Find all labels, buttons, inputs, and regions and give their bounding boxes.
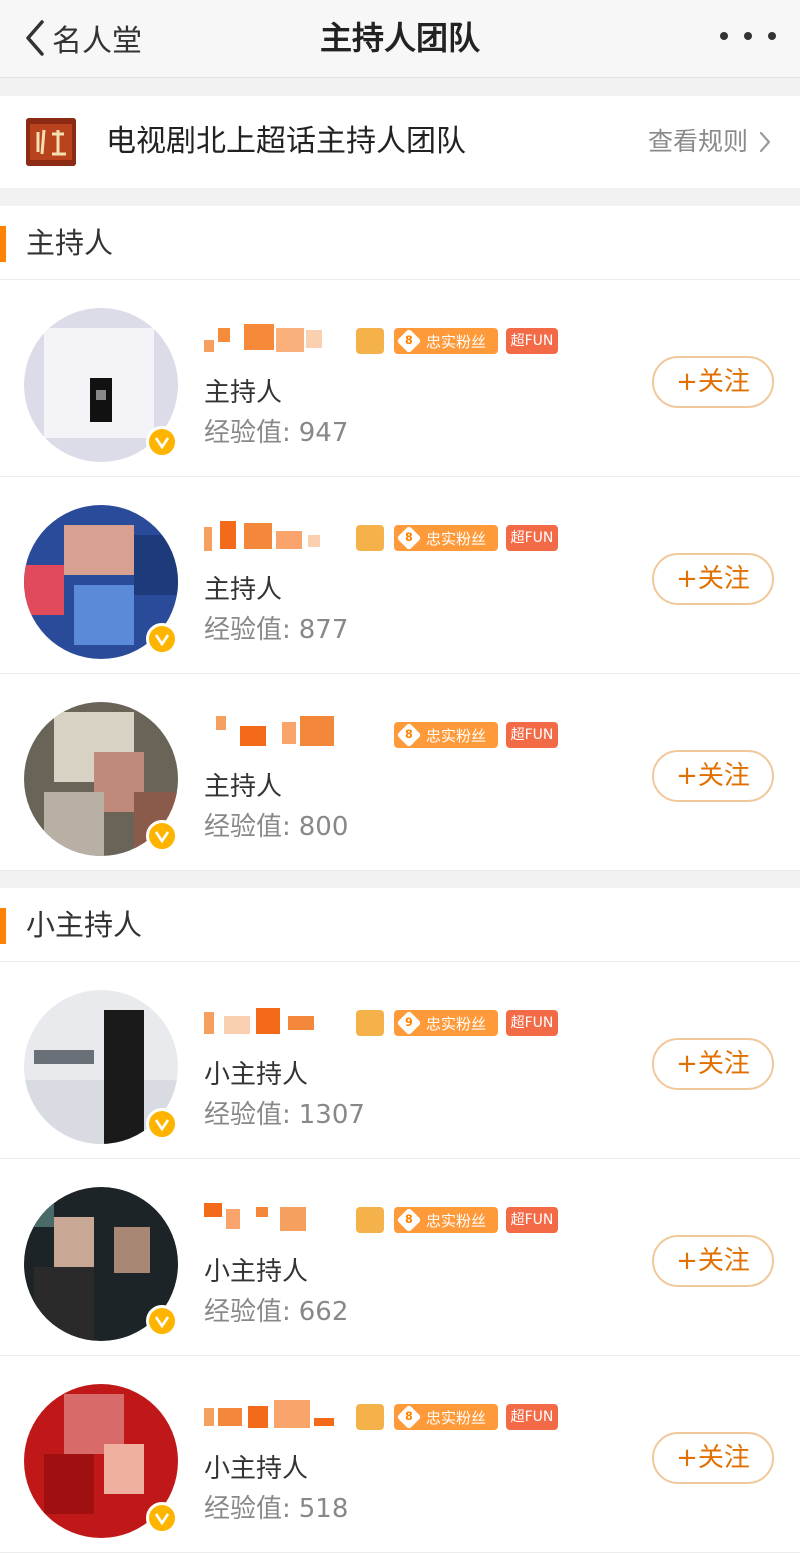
crown-badge-icon <box>356 1010 384 1036</box>
member-exp: 经验值: 947 <box>204 418 349 448</box>
username-blurred <box>216 716 334 746</box>
member-exp: 经验值: 800 <box>204 812 349 842</box>
section-hosts: 主持人 8 忠实粉丝 超FUN 主持人 经验值: 947 +关注 8 忠实粉丝 超FU… <box>0 206 800 871</box>
nav-bar: 名人堂 主持人团队 <box>0 0 800 78</box>
section-header: 主持人 <box>0 206 800 280</box>
verified-badge-icon <box>146 426 178 458</box>
member-exp: 经验值: 662 <box>204 1297 349 1327</box>
verified-badge-icon <box>146 1108 178 1140</box>
follow-button[interactable]: +关注 <box>652 750 774 802</box>
topic-logo <box>26 118 76 166</box>
topic-name: 电视剧北上超话主持人团队 <box>106 124 466 159</box>
member-row[interactable]: 8 忠实粉丝 超FUN 主持人 经验值: 877 +关注 <box>0 477 800 674</box>
crown-badge-icon <box>356 1207 384 1233</box>
fun-badge: 超FUN <box>506 525 558 551</box>
member-role: 主持人 <box>204 772 283 802</box>
fun-badge: 超FUN <box>506 1010 558 1036</box>
verified-badge-icon <box>146 820 178 852</box>
follow-button[interactable]: +关注 <box>652 1038 774 1090</box>
crown-badge-icon <box>356 525 384 551</box>
back-button[interactable]: 名人堂 <box>22 10 142 66</box>
chevron-right-icon <box>759 131 771 153</box>
member-role: 主持人 <box>204 575 283 605</box>
follow-button[interactable]: +关注 <box>652 1235 774 1287</box>
member-row[interactable]: 9 忠实粉丝 超FUN 小主持人 经验值: 1307 +关注 <box>0 962 800 1159</box>
section-junior-hosts: 小主持人 9 忠实粉丝 超FUN 小主持人 经验值: 1307 +关注 8 忠实粉丝 … <box>0 888 800 1553</box>
member-role: 小主持人 <box>204 1060 309 1090</box>
view-rules-label: 查看规则 <box>647 127 748 156</box>
follow-button[interactable]: +关注 <box>652 1432 774 1484</box>
fan-badge: 8 忠实粉丝 <box>394 328 498 354</box>
username-blurred <box>204 1008 314 1034</box>
topic-header[interactable]: 电视剧北上超话主持人团队 查看规则 <box>0 96 800 188</box>
member-row[interactable]: 8 忠实粉丝 超FUN 主持人 经验值: 800 +关注 <box>0 674 800 871</box>
chevron-left-icon <box>26 20 44 56</box>
section-accent-bar <box>0 226 6 262</box>
member-role: 小主持人 <box>204 1257 309 1287</box>
crown-badge-icon <box>356 328 384 354</box>
username-blurred <box>204 1203 306 1231</box>
member-role: 主持人 <box>204 378 283 408</box>
follow-button[interactable]: +关注 <box>652 356 774 408</box>
username-blurred <box>204 324 322 352</box>
section-title: 小主持人 <box>26 908 143 942</box>
member-exp: 经验值: 1307 <box>204 1100 365 1130</box>
fun-badge: 超FUN <box>506 328 558 354</box>
member-exp: 经验值: 518 <box>204 1494 349 1524</box>
fan-badge: 8 忠实粉丝 <box>394 1404 498 1430</box>
username-blurred <box>204 521 320 551</box>
verified-badge-icon <box>146 623 178 655</box>
member-role: 小主持人 <box>204 1454 309 1484</box>
fun-badge: 超FUN <box>506 1207 558 1233</box>
fun-badge: 超FUN <box>506 1404 558 1430</box>
verified-badge-icon <box>146 1502 178 1534</box>
member-exp: 经验值: 877 <box>204 615 349 645</box>
section-accent-bar <box>0 908 6 944</box>
crown-badge-icon <box>356 1404 384 1430</box>
member-row[interactable]: 8 忠实粉丝 超FUN 主持人 经验值: 947 +关注 <box>0 280 800 477</box>
view-rules-link[interactable]: 查看规则 <box>648 124 772 160</box>
fun-badge: 超FUN <box>506 722 558 748</box>
member-row[interactable]: 8 忠实粉丝 超FUN 小主持人 经验值: 518 +关注 <box>0 1356 800 1553</box>
username-blurred <box>204 1400 334 1428</box>
follow-button[interactable]: +关注 <box>652 553 774 605</box>
fan-badge: 8 忠实粉丝 <box>394 1207 498 1233</box>
section-header: 小主持人 <box>0 888 800 962</box>
more-icon[interactable] <box>720 16 776 56</box>
fan-badge: 8 忠实粉丝 <box>394 722 498 748</box>
back-label: 名人堂 <box>52 24 142 59</box>
fan-badge: 8 忠实粉丝 <box>394 525 498 551</box>
fan-badge: 9 忠实粉丝 <box>394 1010 498 1036</box>
section-title: 主持人 <box>26 226 114 260</box>
member-row[interactable]: 8 忠实粉丝 超FUN 小主持人 经验值: 662 +关注 <box>0 1159 800 1356</box>
verified-badge-icon <box>146 1305 178 1337</box>
